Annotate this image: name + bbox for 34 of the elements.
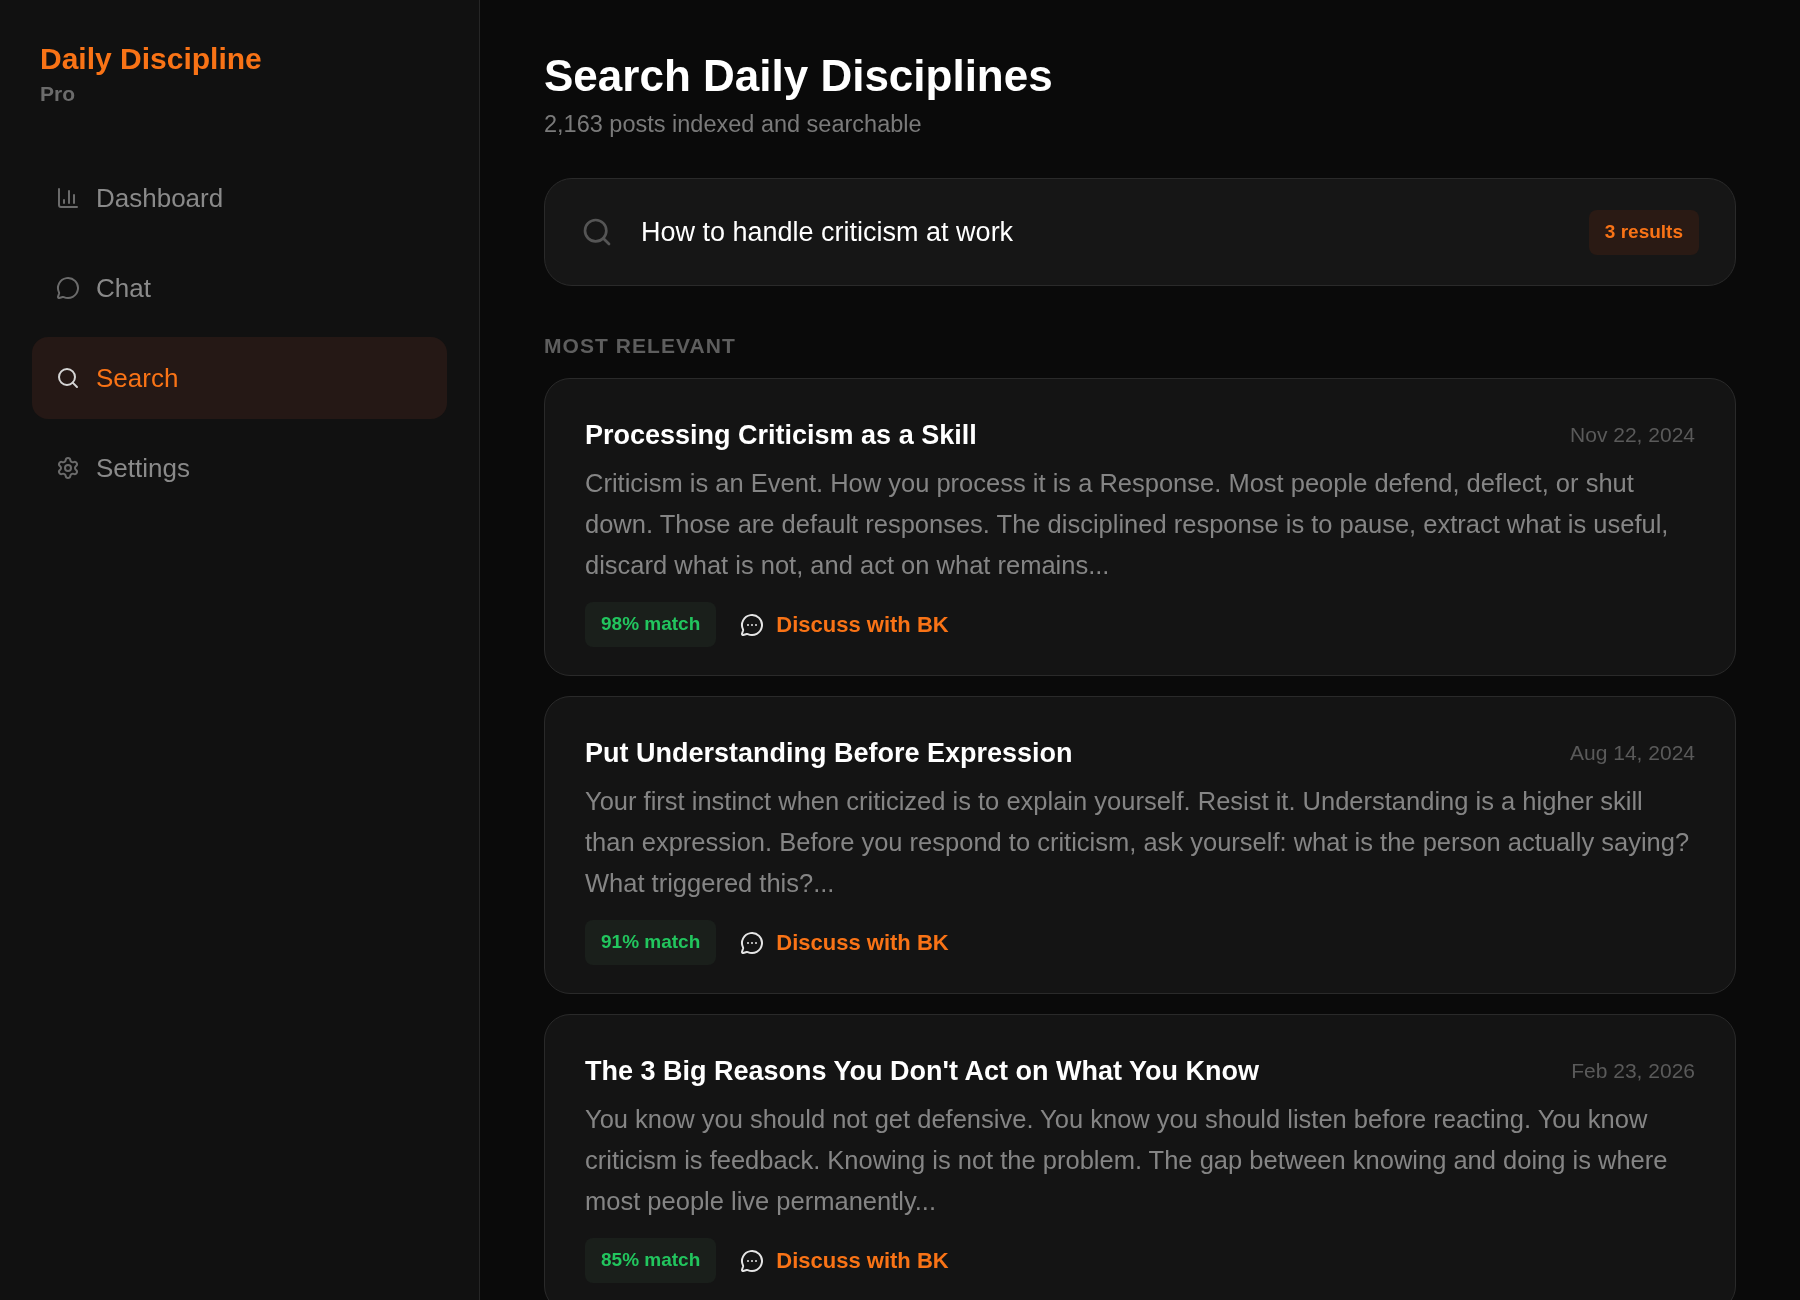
results-count: 3 results <box>1588 210 1699 255</box>
match-badge: 85% match <box>585 1238 717 1283</box>
nav-item[interactable]: Settings <box>32 427 447 509</box>
page-title: Search Daily Disciplines <box>544 50 1054 102</box>
nav-item[interactable]: Dashboard <box>32 157 447 239</box>
section-heading: MOST RELEVANT <box>544 333 737 360</box>
discuss-link[interactable]: Discuss with BK <box>740 1244 949 1277</box>
speech-bubble-icon <box>56 276 80 300</box>
match-badge: 98% match <box>585 602 717 647</box>
search-icon <box>56 366 80 390</box>
result-title[interactable]: Put Understanding Before Expression <box>585 732 1073 774</box>
page-subtitle: 2,163 posts indexed and searchable <box>544 110 923 139</box>
result-excerpt: You know you should not get defensive. You know you should listen before reacting. You know criticism is feedback. Knowing is not the problem. The gap between knowing and doing is where most people live permanently... <box>585 1104 1669 1218</box>
result-date: Feb 23, 2026 <box>1571 1057 1695 1084</box>
brand-name: Daily Discipline <box>40 41 262 77</box>
discuss-link[interactable]: Discuss with BK <box>740 926 949 959</box>
match-badge: 91% match <box>585 920 717 965</box>
search-field[interactable]: How to handle criticism at work 3 results <box>544 178 1736 287</box>
result-date: Aug 14, 2024 <box>1570 739 1695 766</box>
discuss-link[interactable]: Discuss with BK <box>740 608 949 641</box>
result-title[interactable]: The 3 Big Reasons You Don't Act on What You Know <box>585 1050 1259 1092</box>
bar-chart-icon <box>56 186 80 210</box>
speech-bubble-icon <box>740 930 765 955</box>
nav-item[interactable]: Search <box>32 337 447 419</box>
plan-label: Pro <box>40 80 75 107</box>
result-date: Nov 22, 2024 <box>1570 421 1695 448</box>
search-input[interactable]: How to handle criticism at work <box>641 212 1561 253</box>
speech-bubble-icon <box>740 1248 765 1273</box>
result-title[interactable]: Processing Criticism as a Skill <box>585 414 977 456</box>
speech-bubble-icon <box>740 612 765 637</box>
settings-icon <box>56 456 80 480</box>
result-excerpt: Your first instinct when criticized is to explain yourself. Resist it. Understanding is a higher skill than expression. Before you respond to criticism, ask yourself: what is the person actually saying? What triggered this?... <box>585 786 1691 900</box>
result-excerpt: Criticism is an Event. How you process it is a Response. Most people defend, deflect, or shut down. Those are default responses. The disciplined response is to pause, extract what is useful, discard what is not, and act on what remains... <box>585 468 1670 582</box>
nav-item[interactable]: Chat <box>32 247 447 329</box>
